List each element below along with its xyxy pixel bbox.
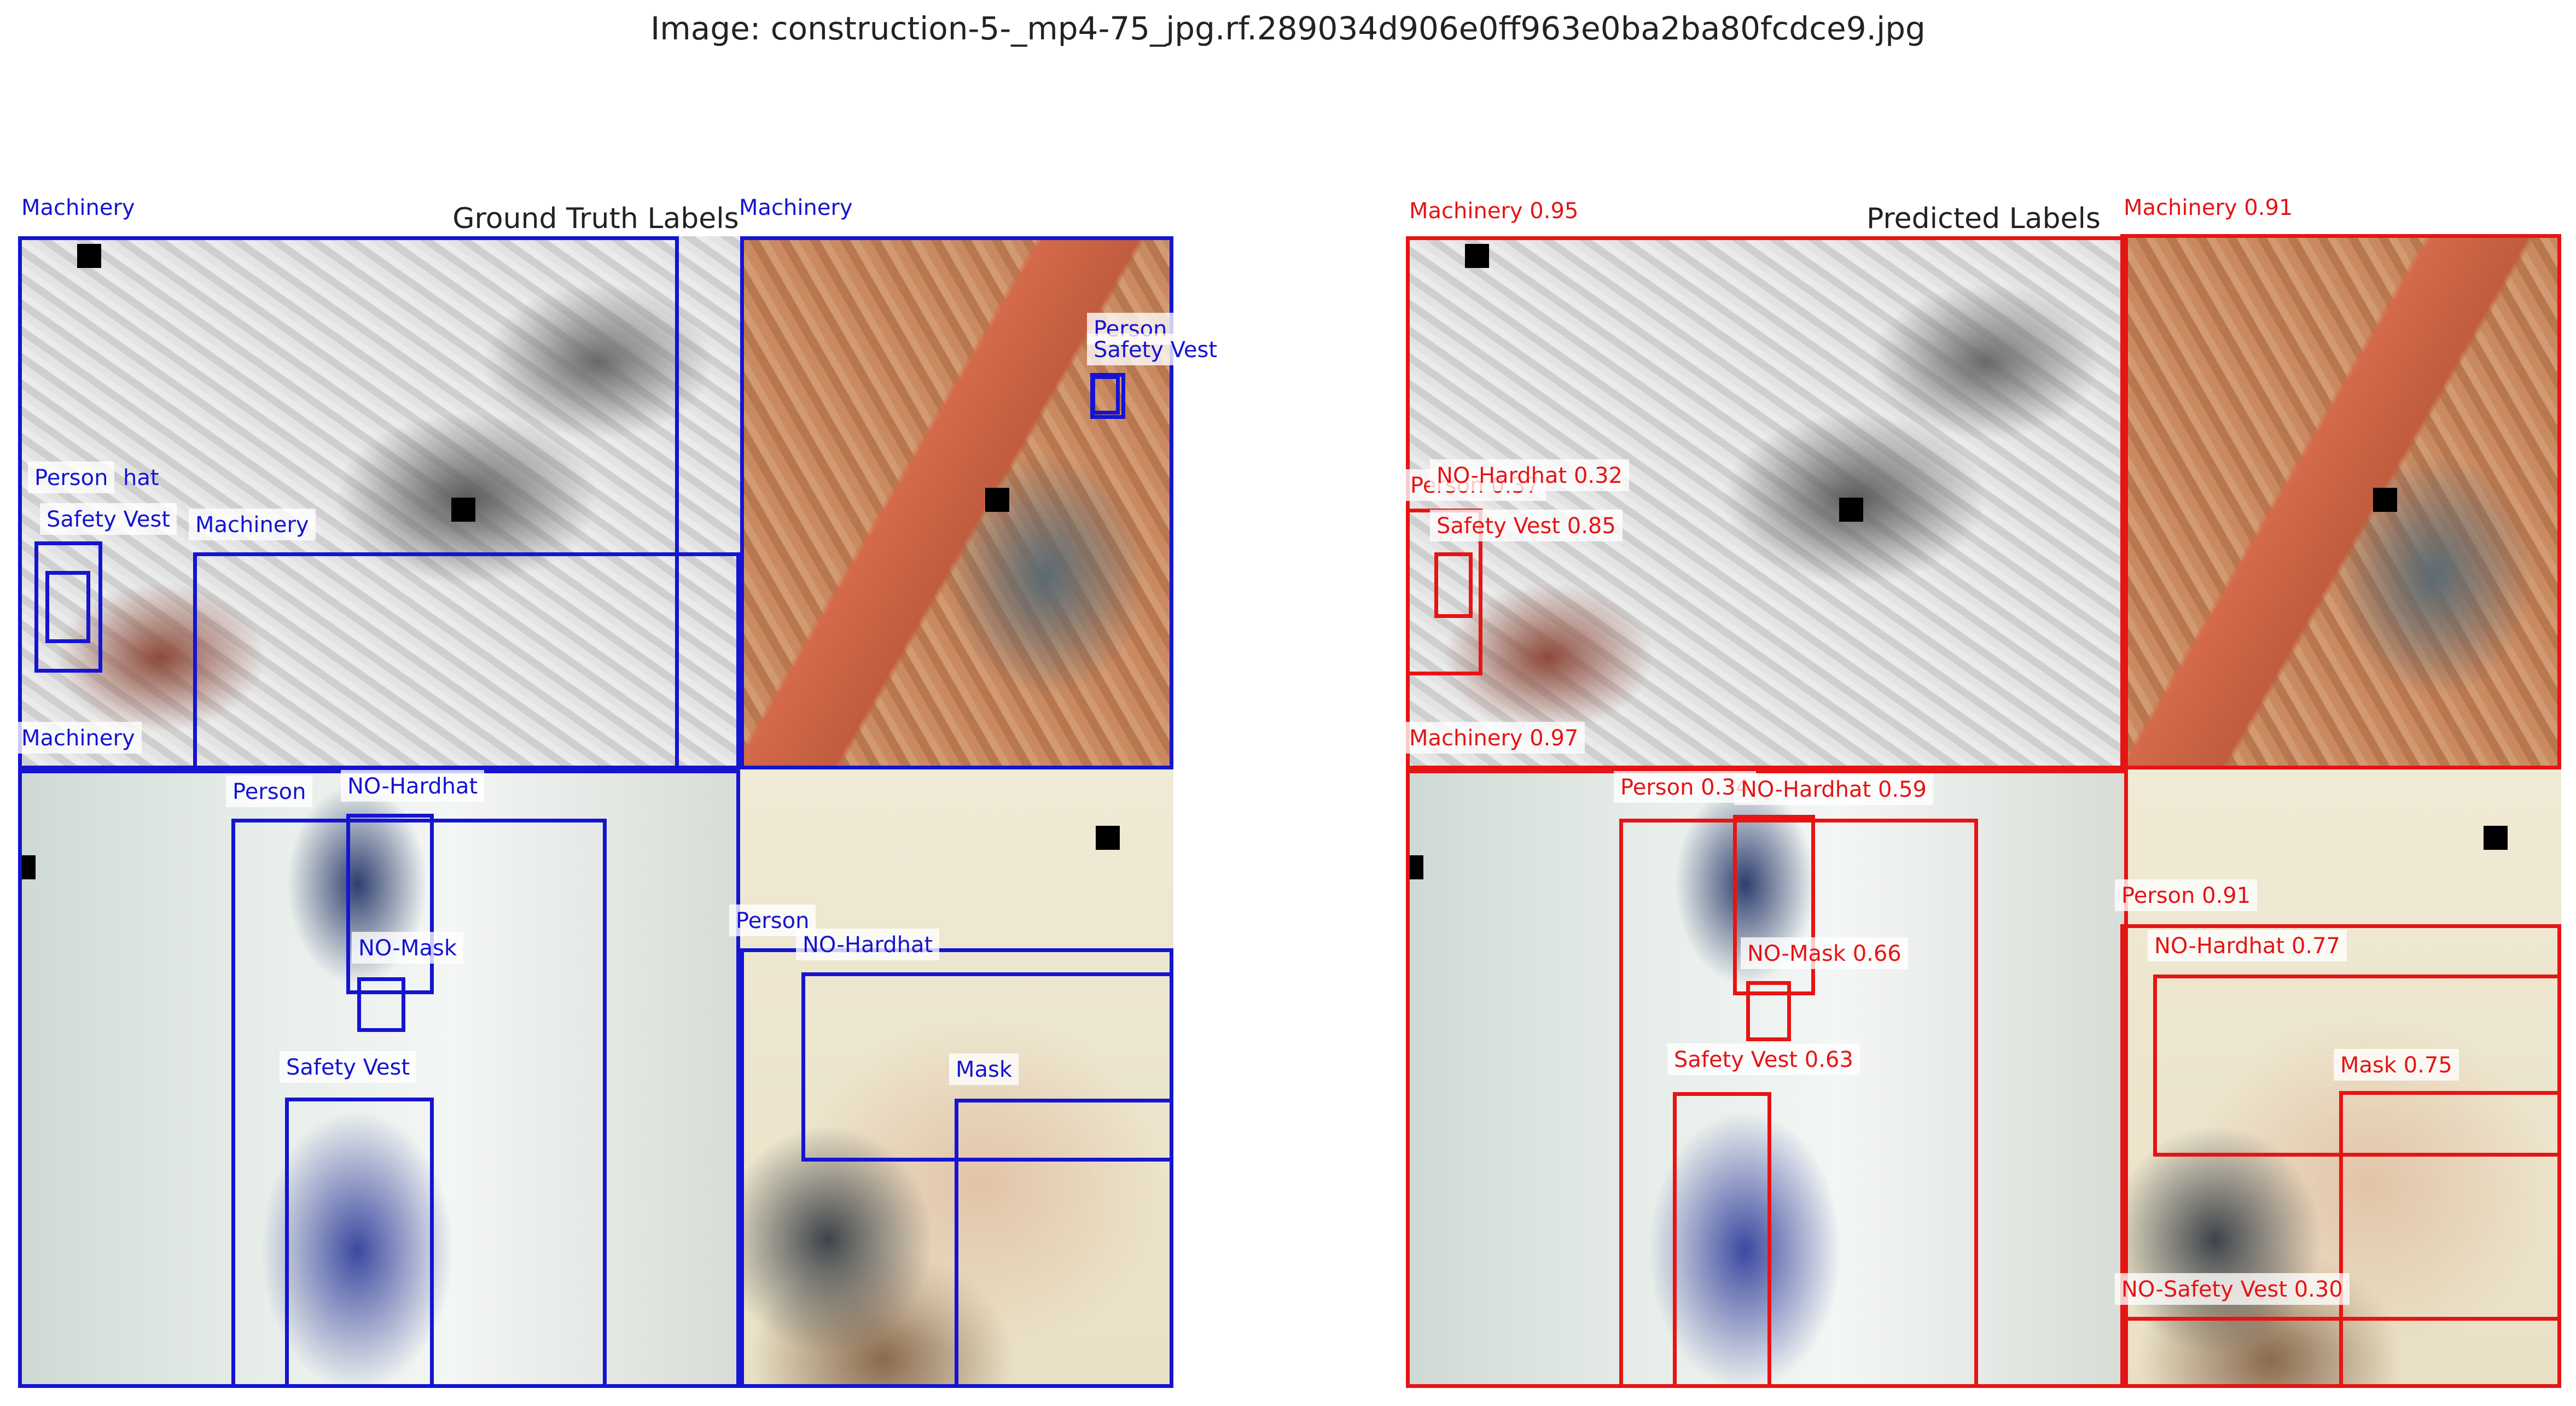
predicted-panel: Predicted Labels Machinery 0.95 Machiner… bbox=[1403, 197, 2561, 1388]
bbox-no-safety-vest bbox=[2120, 1317, 2561, 1388]
label-machinery: Machinery bbox=[739, 195, 853, 220]
label-no-safety-vest: NO-Safety Vest 0.30 bbox=[2115, 1273, 2350, 1305]
label-person: Person 0.91 bbox=[2115, 879, 2258, 911]
label-person: Person bbox=[226, 775, 313, 807]
label-no-hardhat: NO-Hardhat 0.32 bbox=[1430, 459, 1629, 491]
bbox-mask bbox=[955, 1099, 1173, 1388]
label-machinery: Machinery bbox=[189, 509, 316, 540]
bbox-no-mask bbox=[1746, 981, 1791, 1041]
label-safety-vest: Safety Vest bbox=[40, 503, 177, 535]
label-safety-vest: Safety Vest 0.63 bbox=[1667, 1043, 1860, 1075]
label-no-hardhat: NO-Hardhat bbox=[341, 770, 485, 802]
bbox-machinery bbox=[193, 552, 740, 769]
bbox-safety-vest bbox=[1673, 1092, 1771, 1388]
bbox-no-mask bbox=[357, 977, 405, 1032]
label-no-hardhat: NO-Hardhat 0.59 bbox=[1734, 773, 1933, 805]
label-no-hardhat: NO-Hardhat bbox=[796, 929, 940, 960]
label-machinery: Machinery 0.97 bbox=[1403, 722, 1585, 754]
label-no-mask: NO-Mask bbox=[352, 932, 463, 964]
bbox-no-hardhat bbox=[346, 814, 434, 994]
label-person: Person bbox=[28, 462, 115, 493]
label-safety-vest: Safety Vest bbox=[280, 1051, 417, 1083]
label-no-mask: NO-Mask 0.66 bbox=[1741, 937, 1908, 969]
bbox-safety-vest bbox=[1434, 552, 1473, 618]
label-machinery: Machinery 0.91 bbox=[2124, 195, 2293, 220]
mosaic-marker bbox=[1096, 826, 1120, 850]
label-person-hardhat: hat bbox=[123, 465, 159, 491]
ground-truth-title: Ground Truth Labels bbox=[452, 202, 739, 235]
label-safety-vest: Safety Vest bbox=[1087, 334, 1224, 365]
bbox-safety-vest bbox=[45, 571, 90, 643]
bbox-machinery bbox=[1406, 236, 2128, 769]
label-mask: Mask 0.75 bbox=[2334, 1049, 2459, 1081]
label-machinery: Machinery 0.95 bbox=[1409, 199, 1579, 224]
label-machinery: Machinery bbox=[21, 195, 135, 220]
label-mask: Mask bbox=[949, 1053, 1019, 1085]
bbox-safety-vest bbox=[285, 1098, 434, 1388]
bbox-safety-vest bbox=[1091, 375, 1120, 415]
bbox-machinery bbox=[2120, 234, 2561, 769]
mosaic-marker bbox=[2484, 826, 2508, 850]
label-machinery: Machinery bbox=[15, 722, 142, 754]
label-no-hardhat: NO-Hardhat 0.77 bbox=[2148, 930, 2347, 961]
figure-title: Image: construction-5-_mp4-75_jpg.rf.289… bbox=[650, 10, 1926, 47]
ground-truth-panel: Ground Truth Labels Machinery Machinery … bbox=[15, 197, 1224, 1388]
label-safety-vest: Safety Vest 0.85 bbox=[1430, 510, 1623, 541]
